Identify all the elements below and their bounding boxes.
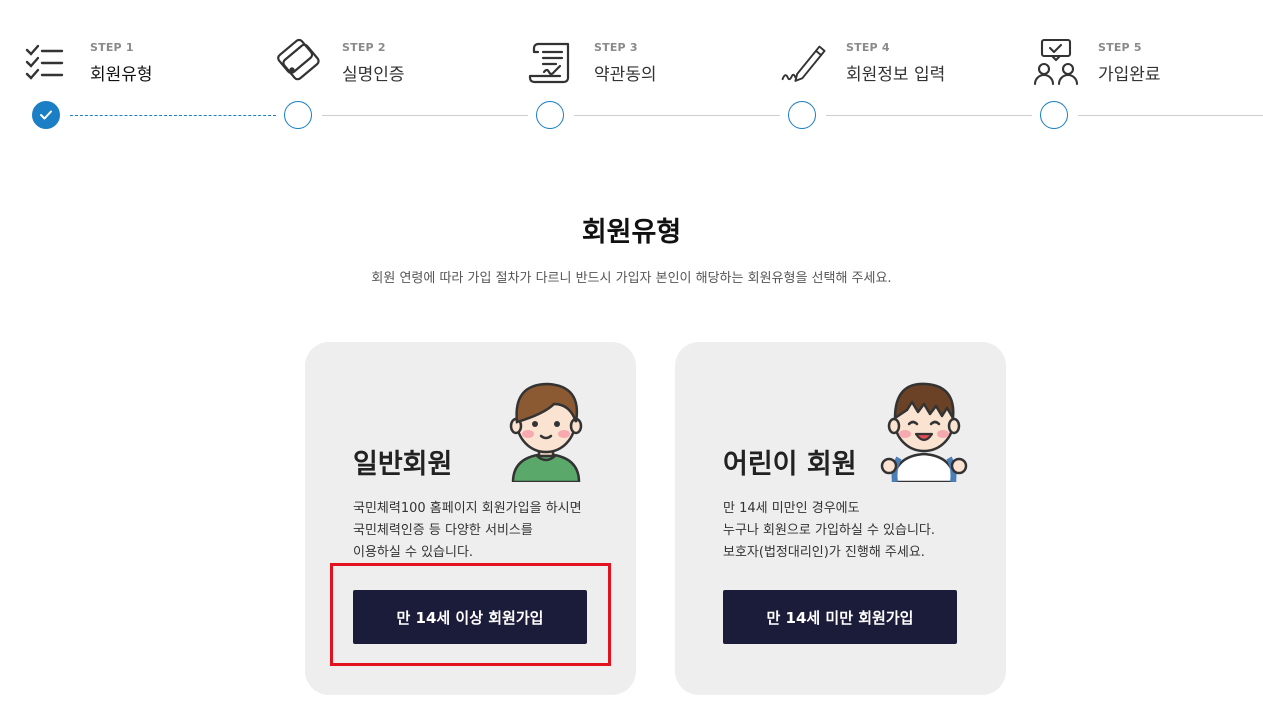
step-4: STEP 4 회원정보 입력 <box>780 36 1000 92</box>
check-icon <box>40 110 52 120</box>
card-desc-line: 만 14세 미만인 경우에도 <box>723 501 860 516</box>
step-1-dot <box>32 101 60 129</box>
progress-line <box>826 115 1032 116</box>
step-2: STEP 2 실명인증 <box>276 36 496 92</box>
card-desc-line: 이용하실 수 있습니다. <box>353 545 474 560</box>
step-4-dot <box>788 101 816 129</box>
step-5-dot <box>1040 101 1068 129</box>
step-1-label: 회원유형 <box>90 65 153 85</box>
progress-line <box>322 115 528 116</box>
step-1: STEP 1 회원유형 <box>24 36 244 92</box>
card-desc-line: 국민체력인증 등 다양한 서비스를 <box>353 523 533 538</box>
card-title: 일반회원 <box>353 449 453 480</box>
checklist-icon <box>24 36 72 88</box>
progress-line-done <box>70 115 276 116</box>
card-description: 만 14세 미만인 경우에도 누구나 회원으로 가입하실 수 있습니다. 보호자… <box>723 498 935 564</box>
signup-under-14-button[interactable]: 만 14세 미만 회원가입 <box>723 590 957 644</box>
signup-stepper: STEP 1 회원유형 STEP 2 실명인증 STEP 3 약관동의 STEP… <box>0 0 1263 140</box>
highlight-box <box>330 563 611 666</box>
step-5-label: 가입완료 <box>1098 65 1161 85</box>
step-1-number: STEP 1 <box>90 41 134 54</box>
card-desc-line: 보호자(법정대리인)가 진행해 주세요. <box>723 545 925 560</box>
card-description: 국민체력100 홈페이지 회원가입을 하시면 국민체력인증 등 다양한 서비스를… <box>353 498 582 564</box>
card-desc-line: 누구나 회원으로 가입하실 수 있습니다. <box>723 523 936 538</box>
step-2-label: 실명인증 <box>342 65 405 85</box>
step-4-label: 회원정보 입력 <box>846 65 946 85</box>
step-3-label: 약관동의 <box>594 65 657 85</box>
page-subtitle: 회원 연령에 따라 가입 절차가 다르니 반드시 가입자 본인이 해당하는 회원… <box>371 271 892 286</box>
step-2-number: STEP 2 <box>342 41 386 54</box>
card-desc-line: 국민체력100 홈페이지 회원가입을 하시면 <box>353 501 582 516</box>
step-2-dot <box>284 101 312 129</box>
users-check-icon <box>1032 36 1080 88</box>
page-title: 회원유형 <box>581 217 682 248</box>
adult-avatar-icon <box>501 378 591 484</box>
step-5-number: STEP 5 <box>1098 41 1142 54</box>
step-4-number: STEP 4 <box>846 41 890 54</box>
scroll-document-icon <box>528 36 576 88</box>
progress-line <box>574 115 780 116</box>
pen-signature-icon <box>780 36 828 88</box>
card-child-member: 어린이 회원 만 14세 미만인 경우에도 누구나 회원으로 가입하실 수 있습… <box>675 342 1006 695</box>
phone-card-icon <box>276 36 324 88</box>
step-3-number: STEP 3 <box>594 41 638 54</box>
child-avatar-icon <box>879 378 969 484</box>
step-3: STEP 3 약관동의 <box>528 36 748 92</box>
step-5: STEP 5 가입완료 <box>1032 36 1252 92</box>
step-3-dot <box>536 101 564 129</box>
card-title: 어린이 회원 <box>723 449 857 480</box>
progress-line <box>1078 115 1263 116</box>
